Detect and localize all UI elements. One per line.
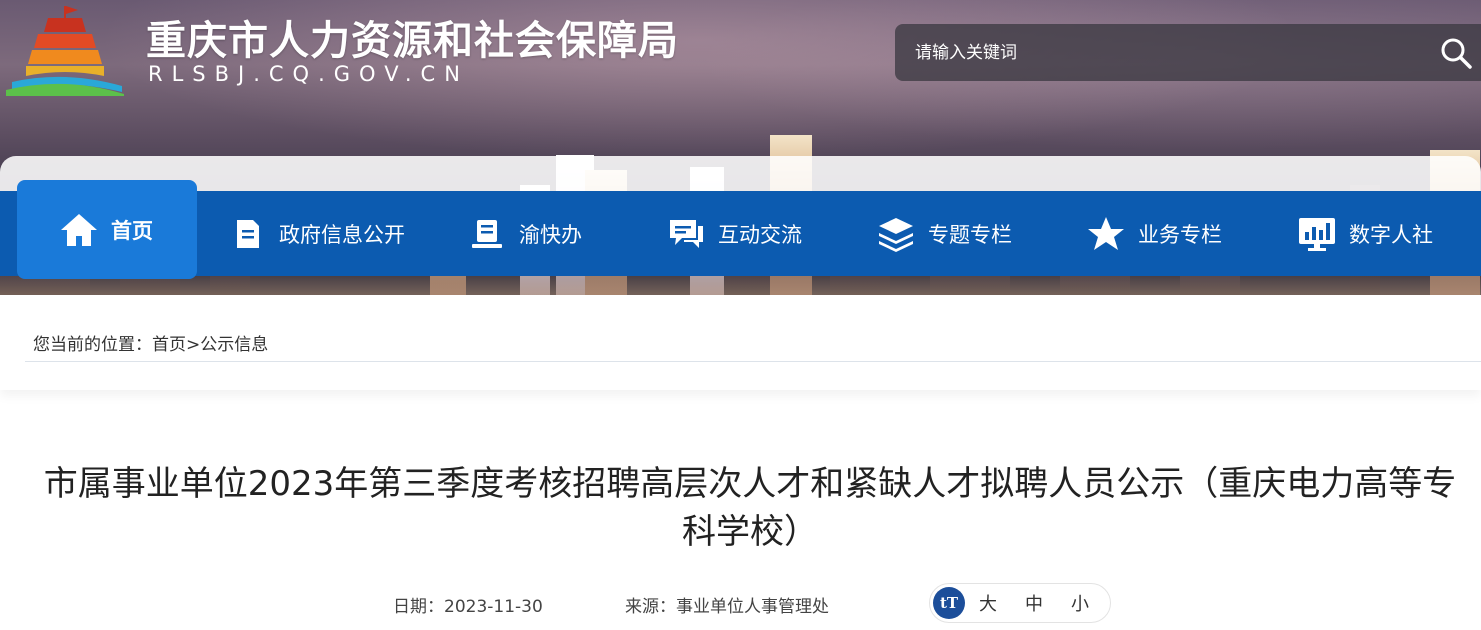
breadcrumb-home-link[interactable]: 首页 [152, 335, 186, 355]
font-size-small[interactable]: 小 [1071, 590, 1089, 616]
article-source: 来源：事业单位人事管理处 [625, 592, 829, 617]
source-label: 来源： [625, 597, 676, 617]
nav-item-special-topics[interactable]: 专题专栏 [876, 191, 1012, 276]
date-value: 2023-11-30 [444, 597, 543, 617]
nav-item-label: 业务专栏 [1138, 222, 1222, 247]
nav-item-digital-hr[interactable]: 数字人社 [1297, 191, 1433, 276]
breadcrumb-section: 您当前的位置：首页>公示信息 [0, 295, 1481, 390]
date-label: 日期： [393, 597, 444, 617]
search-bar [895, 24, 1481, 81]
site-domain: RLSBJ.CQ.GOV.CN [148, 62, 469, 86]
nav-item-label: 互动交流 [718, 222, 802, 247]
search-button[interactable] [1439, 36, 1473, 70]
nav-item-gov-info[interactable]: 政府信息公开 [227, 191, 405, 276]
nav-item-interaction[interactable]: 互动交流 [666, 191, 802, 276]
star-icon [1086, 214, 1126, 254]
breadcrumb-divider [25, 361, 1481, 362]
layers-icon [876, 214, 916, 254]
main-nav: 首页 政府信息公开 渝快办 互动交流 专题专栏 业务专栏 数字人社 [0, 180, 1481, 279]
nav-item-label: 专题专栏 [928, 222, 1012, 247]
article-date: 日期：2023-11-30 [393, 592, 543, 617]
nav-item-label: 首页 [111, 218, 153, 243]
breadcrumb-current-link[interactable]: 公示信息 [200, 335, 268, 355]
clipboard-icon [467, 214, 507, 254]
monitor-chart-icon [1297, 214, 1337, 254]
chat-icon [666, 214, 706, 254]
home-icon [59, 210, 99, 250]
nav-item-home[interactable]: 首页 [17, 180, 197, 279]
bureau-logo [4, 4, 126, 96]
nav-item-label: 渝快办 [519, 222, 582, 247]
breadcrumb: 您当前的位置：首页>公示信息 [33, 330, 268, 355]
nav-item-business[interactable]: 业务专栏 [1086, 191, 1222, 276]
font-size-large[interactable]: 大 [979, 590, 997, 616]
article-title: 市属事业单位2023年第三季度考核招聘高层次人才和紧缺人才拟聘人员公示（重庆电力… [43, 464, 1457, 552]
nav-item-label: 数字人社 [1349, 222, 1433, 247]
banner-bottom-overlay [0, 156, 1481, 196]
font-size-icon: tT [933, 587, 965, 619]
font-size-switcher: tT 大 中 小 [929, 583, 1111, 623]
site-title: 重庆市人力资源和社会保障局 [146, 18, 679, 64]
source-value: 事业单位人事管理处 [676, 597, 829, 617]
document-icon [227, 214, 267, 254]
logo-emblem-icon [6, 6, 124, 96]
font-size-medium[interactable]: 中 [1025, 590, 1043, 616]
breadcrumb-prefix: 您当前的位置： [33, 335, 152, 355]
nav-item-label: 政府信息公开 [279, 222, 405, 247]
search-input[interactable] [895, 24, 1425, 81]
search-icon [1441, 38, 1472, 69]
nav-item-yukuaiban[interactable]: 渝快办 [467, 191, 582, 276]
breadcrumb-separator: > [186, 335, 201, 355]
